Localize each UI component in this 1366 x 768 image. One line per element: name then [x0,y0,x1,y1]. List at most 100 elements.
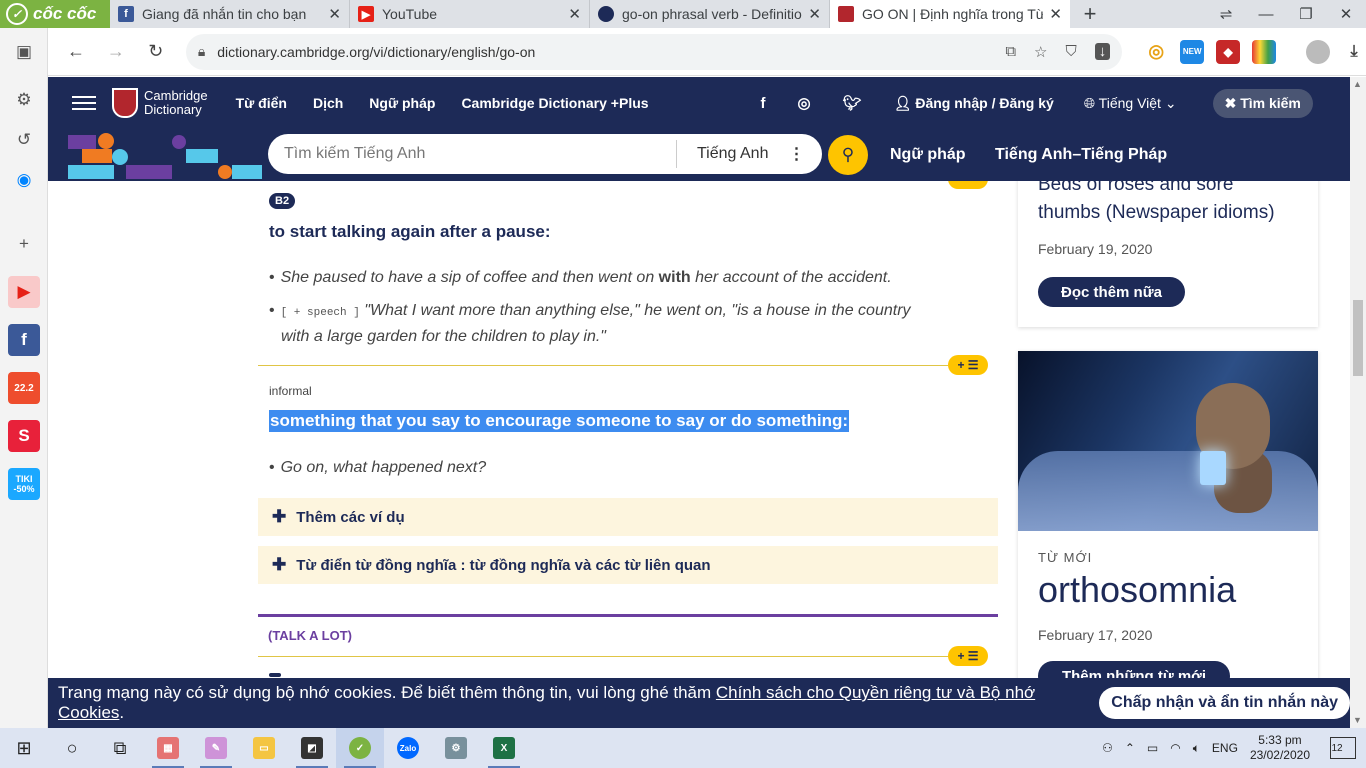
coccoc-menu-button[interactable]: ✓ cốc cốc [0,0,110,28]
people-icon[interactable]: ⚇ [1102,741,1113,755]
new-badge: NEW [1182,47,1202,56]
taskbar-app-grid[interactable]: ▦ [144,728,192,768]
battery-icon[interactable]: ▭ [1147,741,1158,755]
cambridge-logo[interactable]: Cambridge Dictionary [112,88,208,118]
example-keyword: with [658,269,691,286]
bullet: • [269,302,275,319]
shield-icon[interactable]: ⛉ [1065,43,1076,60]
windows-taskbar: ⊞ ○ ⧉ ▦ ✎ ▭ ◩ ✓ Zalo ⚙ X ⚇ ⌃ ▭ ◠ 🔈︎ ENG … [0,728,1366,768]
nav-translate[interactable]: Dịch [313,95,343,111]
nav-grammar[interactable]: Ngữ pháp [369,95,435,111]
action-center-icon[interactable]: 12 [1330,737,1356,759]
search-button[interactable]: ⚲ [828,135,868,175]
grammar-link[interactable]: Ngữ pháp [890,146,966,164]
thesaurus-accordion[interactable]: ✚ Từ điển từ đồng nghĩa : từ đồng nghĩa v… [258,546,998,584]
profile-avatar[interactable] [1306,39,1331,64]
facebook-icon[interactable]: f [761,95,766,112]
tab-oxford[interactable]: go-on phrasal verb - Definitio ✕ [590,0,830,28]
accept-cookies-button[interactable]: Chấp nhận và ẩn tin nhắn này [1099,687,1350,719]
coccoc-extension-icon[interactable]: ◎ [1144,39,1169,64]
reload-icon[interactable]: ↻ [138,34,174,70]
taskbar-app-settings[interactable]: ⚙ [432,728,480,768]
tab-cambridge[interactable]: GO ON | Định nghĩa trong Từ ✕ [830,0,1070,28]
search-input[interactable] [268,134,676,174]
tab-youtube[interactable]: ▶ YouTube ✕ [350,0,590,28]
cortana-search-icon[interactable]: ○ [48,728,96,768]
translate-icon[interactable]: ⧉ [1005,43,1016,60]
forward-icon[interactable]: → [98,34,134,70]
facebook-icon[interactable]: f [8,324,40,356]
show-hidden-icons-chevron[interactable]: ⌃ [1125,741,1135,755]
close-window-icon[interactable]: ✕ [1326,0,1366,28]
language-selector[interactable]: 🌐︎ Tiếng Việt ⌄ [1084,95,1177,112]
close-icon[interactable]: ✕ [808,5,821,23]
nav-dictionary[interactable]: Từ điển [236,95,287,111]
taskbar-app-paint[interactable]: ✎ [192,728,240,768]
blog-title[interactable]: Beds of roses and sore thumbs (Newspaper … [1038,181,1275,227]
red-extension-icon[interactable]: ◆ [1216,39,1241,64]
task-view-icon[interactable]: ⧉ [96,728,144,768]
twitter-icon[interactable]: 🐦︎ [843,94,862,112]
cambridge-icon [838,6,854,22]
snip-icon: ◩ [301,737,323,759]
scroll-down-icon[interactable]: ▼ [1353,715,1362,725]
add-app-icon[interactable]: + [8,228,40,260]
cambridge-shield-icon [112,88,138,118]
back-icon[interactable]: ← [58,34,94,70]
history-icon[interactable]: ↺ [8,124,40,156]
sendo-icon[interactable]: S [8,420,40,452]
downloads-icon[interactable]: ⤓ [1342,39,1366,64]
more-new-words-button[interactable]: Thêm những từ mới [1038,661,1230,678]
tab-list-icon[interactable]: ⇌ [1206,0,1246,28]
tab-facebook[interactable]: f Giang đã nhắn tin cho bạn ✕ [110,0,350,28]
chevron-down-icon: ⌄ [1160,94,1177,111]
messenger-icon[interactable]: ◉ [8,164,40,196]
shopee-icon[interactable]: 22.2 [8,372,40,404]
english-french-link[interactable]: Tiếng Anh–Tiếng Pháp [995,146,1167,164]
wifi-icon[interactable]: ◠ [1170,741,1180,755]
settings-icon[interactable]: ⚙ [8,84,40,116]
url-field[interactable]: 🔒︎ dictionary.cambridge.org/vi/dictionar… [185,33,1123,70]
more-examples-accordion[interactable]: ✚ Thêm các ví dụ [258,498,998,536]
address-bar-row: ← → ↻ 🔒︎ dictionary.cambridge.org/vi/dic… [48,28,1366,76]
start-windows-icon[interactable]: ⊞ [0,728,48,768]
new-tab-button[interactable]: + [1070,0,1110,28]
taskbar-app-snip[interactable]: ◩ [288,728,336,768]
search-toggle-button[interactable]: ✖ Tìm kiếm [1212,88,1313,118]
close-icon[interactable]: ✕ [1049,5,1062,23]
volume-icon[interactable]: 🔈︎ [1193,741,1200,756]
add-to-list-button[interactable] [948,181,988,189]
download-icon[interactable]: ↓ [1094,43,1111,60]
taskbar-file-explorer[interactable]: ▭ [240,728,288,768]
new-word[interactable]: orthosomnia [1038,569,1236,611]
bookmark-star-icon[interactable]: ☆ [1034,43,1047,61]
page-scrollbar[interactable]: ▲ ▼ [1350,77,1366,728]
add-to-list-button[interactable]: + ☰ [948,646,988,666]
nav-plus[interactable]: Cambridge Dictionary +Plus [461,95,648,111]
sidebar-toggle-icon[interactable]: ▣ [8,36,40,68]
clock[interactable]: 5:33 pm 23/02/2020 [1250,733,1310,763]
new-extension-icon[interactable]: NEW [1180,39,1205,64]
input-language[interactable]: ENG [1212,741,1238,755]
maximize-icon[interactable]: ❐ [1286,0,1326,28]
color-extension-icon[interactable] [1252,39,1277,64]
add-to-list-button[interactable]: + ☰ [948,355,988,375]
divider [258,656,948,657]
definition-text: to start talking again after a pause: [269,222,551,241]
close-icon[interactable]: ✕ [328,5,341,23]
scroll-up-icon[interactable]: ▲ [1353,79,1362,89]
taskbar-coccoc[interactable]: ✓ [336,728,384,768]
taskbar-excel[interactable]: X [480,728,528,768]
minimize-icon[interactable]: — [1246,0,1286,28]
login-link[interactable]: 👤︎ Đăng nhập / Đăng ký [894,95,1054,112]
taskbar-zalo[interactable]: Zalo [384,728,432,768]
dictionary-select[interactable]: Tiếng Anh ⋮ [676,140,822,168]
instagram-icon[interactable]: ◎ [798,94,811,112]
close-icon[interactable]: ✕ [568,5,581,23]
hamburger-menu-icon[interactable] [72,96,96,110]
read-more-button[interactable]: Đọc thêm nữa [1038,277,1185,307]
scrollbar-thumb[interactable] [1353,300,1363,376]
notification-count: 12 [1331,742,1343,754]
youtube-icon[interactable]: ▶ [8,276,40,308]
tiki-icon[interactable]: TIKI -50% [8,468,40,500]
